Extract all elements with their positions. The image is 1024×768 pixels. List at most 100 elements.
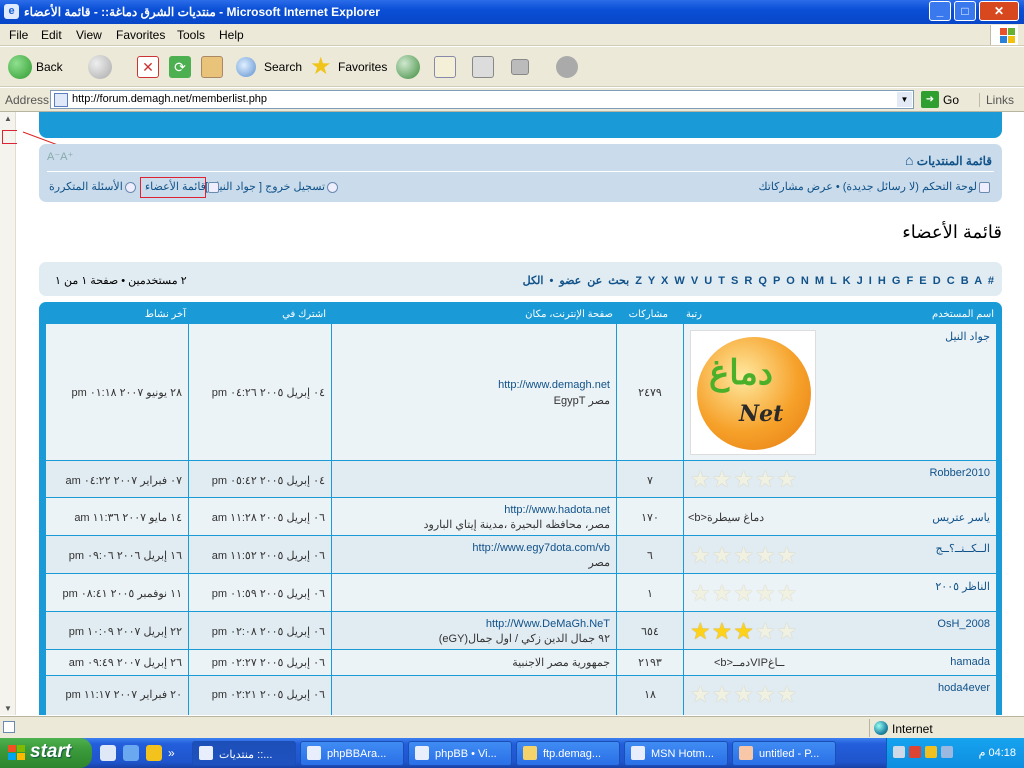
username-link[interactable]: الــكــنــ؟ــج — [935, 542, 990, 555]
posts-link[interactable]: ٧ — [617, 474, 683, 487]
header-username[interactable]: اسم المستخدم — [932, 309, 994, 320]
alert-icon[interactable] — [925, 746, 937, 758]
menu-file[interactable]: File — [9, 28, 28, 42]
table-row: ٢٦ إبريل ٢٠٠٧ ٠٩:٤٩ am ٠٦ إبريل ٢٠٠٥ ٠٢:… — [45, 650, 996, 676]
control-panel-links: لوحة التحكم (لا رسائل جديدة) • عرض مشارك… — [759, 180, 993, 193]
volume-icon[interactable] — [893, 746, 905, 758]
task-phpbbara[interactable]: phpBBAra... — [300, 741, 404, 766]
logout-link[interactable]: تسجيل خروج [ جواد النيل ] — [205, 180, 340, 193]
vertical-scrollbar[interactable]: ▲ ▼ — [0, 112, 22, 715]
links-button[interactable]: Links — [979, 93, 1014, 107]
header-rank[interactable]: رتبة — [686, 309, 702, 320]
scroll-down-icon[interactable]: ▼ — [4, 704, 12, 713]
table-row: ٢٠ فبراير ٢٠٠٧ ١١:١٧ pm ٠٦ إبريل ٢٠٠٥ ٠٢… — [45, 676, 996, 715]
username-link[interactable]: hoda4ever — [938, 682, 990, 694]
back-button[interactable]: Back — [8, 53, 80, 81]
rank-stars: ★★★★★ — [690, 542, 798, 568]
stop-icon[interactable]: ✕ — [137, 56, 159, 78]
help-icon — [124, 181, 136, 193]
minimize-button[interactable]: _ — [929, 1, 951, 21]
new-messages-link[interactable]: (لا رسائل جديدة) — [843, 181, 919, 193]
header-website[interactable]: صفحة الإنترنت، مكان — [525, 309, 613, 320]
posts-link[interactable]: ٢١٩٣ — [617, 656, 683, 669]
star-icon: ★ — [754, 580, 776, 606]
menu-tools[interactable]: Tools — [177, 28, 205, 42]
star-icon: ★ — [690, 618, 711, 644]
go-button[interactable]: Go — [943, 93, 959, 107]
show-desktop-icon[interactable] — [100, 745, 116, 761]
letter-filter-links[interactable]: بحث عن عضو • الكل Z Y X W V U T S R Q P … — [523, 274, 994, 287]
header-posts[interactable]: مشاركات — [629, 309, 668, 320]
username-link[interactable]: جواد النيل — [945, 330, 990, 343]
task-forum-window[interactable]: منتديات ::... — [192, 741, 296, 766]
header-last-active[interactable]: آخر نشاط — [145, 309, 186, 320]
task-ftp[interactable]: ftp.demag... — [516, 741, 620, 766]
menu-help[interactable]: Help — [219, 28, 244, 42]
username-link[interactable]: ياسر عتريس — [932, 511, 990, 524]
username-link[interactable]: Robber2010 — [929, 467, 990, 479]
website-link[interactable]: http://www.hadota.net — [504, 504, 610, 516]
star-icon: ★ — [733, 681, 754, 707]
favorites-button[interactable]: ★ Favorites — [310, 53, 387, 81]
windows-flag-icon — [8, 745, 26, 761]
edit-icon[interactable] — [511, 59, 529, 75]
chevron-right-icon[interactable]: » — [168, 745, 178, 761]
go-arrow-icon[interactable]: ➜ — [921, 91, 939, 108]
mail-icon[interactable] — [434, 56, 456, 78]
faq-link[interactable]: الأسئلة المتكررة — [49, 180, 138, 193]
winamp-icon[interactable] — [146, 745, 162, 761]
menu-edit[interactable]: Edit — [41, 28, 62, 42]
menu-view[interactable]: View — [76, 28, 102, 42]
close-button[interactable]: ✕ — [979, 1, 1019, 21]
page-status-icon — [3, 721, 15, 733]
messenger-icon[interactable] — [556, 56, 578, 78]
ie-icon — [307, 746, 321, 760]
star-icon: ★ — [711, 618, 733, 644]
posts-link[interactable]: ٢٤٧٩ — [617, 386, 683, 399]
network-icon[interactable] — [941, 746, 953, 758]
search-button[interactable]: Search — [236, 53, 302, 81]
home-icon[interactable] — [201, 56, 223, 78]
security-shield-icon[interactable] — [909, 746, 921, 758]
ie-icon — [415, 746, 429, 760]
posts-link[interactable]: ١٧٠ — [617, 511, 683, 524]
header-joined[interactable]: اشترك في — [282, 309, 326, 320]
memberlist-grid: ٢٨ يونيو ٢٠٠٧ ٠١:١٨ pm ٠٤ إبريل ٢٠٠٥ ٠٤:… — [45, 324, 996, 715]
refresh-icon[interactable]: ⟳ — [169, 56, 191, 78]
control-panel-link[interactable]: لوحة التحكم — [922, 181, 977, 193]
table-row: ٠٧ فبراير ٢٠٠٧ ٠٤:٢٢ am ٠٤ إبريل ٢٠٠٥ ٠٥… — [45, 461, 996, 498]
maximize-button[interactable]: □ — [954, 1, 976, 21]
posts-link[interactable]: ٦ — [617, 549, 683, 562]
posts-link[interactable]: ٦٥٤ — [617, 625, 683, 638]
chevron-down-icon[interactable]: ▼ — [897, 92, 912, 107]
print-icon[interactable] — [472, 56, 494, 78]
start-button[interactable]: start — [0, 738, 92, 768]
star-icon: ★ — [690, 580, 711, 606]
star-icon: ★ — [733, 542, 754, 568]
forum-index-link[interactable]: قائمة المنتديات ⌂ — [905, 152, 992, 168]
highlight-box — [140, 177, 206, 198]
taskbar: start » منتديات ::... phpBBAra... phpBB … — [0, 738, 1024, 768]
power-icon — [327, 181, 339, 193]
menu-favorites[interactable]: Favorites — [116, 28, 165, 42]
view-posts-link[interactable]: • عرض مشاركاتك — [759, 181, 840, 193]
website-link[interactable]: http://www.egy7dota.com/vb — [472, 542, 610, 554]
posts-link[interactable]: ١ — [617, 587, 683, 600]
website-link[interactable]: http://www.demagh.net — [498, 379, 610, 391]
task-paint[interactable]: untitled - P... — [732, 741, 836, 766]
address-input[interactable]: http://forum.demagh.net/memberlist.php ▼ — [50, 90, 914, 109]
forward-button[interactable] — [88, 53, 124, 81]
task-phpbb[interactable]: phpBB • Vi... — [408, 741, 512, 766]
table-row: ١٦ إبريل ٢٠٠٦ ٠٩:٠٦ pm ٠٦ إبريل ٢٠٠٥ ١١:… — [45, 536, 996, 574]
username-link[interactable]: الناظر ٢٠٠٥ — [935, 580, 990, 593]
website-link[interactable]: http://Www.DeMaGh.NeT — [486, 618, 610, 630]
scroll-up-icon[interactable]: ▲ — [4, 114, 12, 123]
ie-quicklaunch-icon[interactable] — [123, 745, 139, 761]
history-icon[interactable] — [396, 55, 420, 79]
font-size-control[interactable]: A⁻A⁺ — [47, 150, 73, 163]
username-link[interactable]: OsH_2008 — [937, 618, 990, 630]
task-msn[interactable]: MSN Hotm... — [624, 741, 728, 766]
posts-link[interactable]: ١٨ — [617, 688, 683, 701]
star-icon: ★ — [733, 466, 754, 492]
username-link[interactable]: hamada — [950, 656, 990, 668]
